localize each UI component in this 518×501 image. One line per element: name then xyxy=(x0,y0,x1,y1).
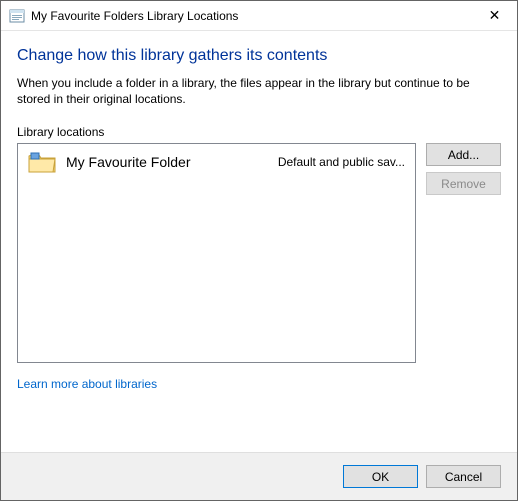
item-status: Default and public sav... xyxy=(278,155,405,169)
ok-button[interactable]: OK xyxy=(343,465,418,488)
library-locations-list[interactable]: My Favourite Folder Default and public s… xyxy=(17,143,416,363)
list-item[interactable]: My Favourite Folder Default and public s… xyxy=(18,144,415,180)
page-heading: Change how this library gathers its cont… xyxy=(17,47,501,65)
item-name: My Favourite Folder xyxy=(66,154,268,170)
side-button-group: Add... Remove xyxy=(426,143,501,195)
close-icon: ✕ xyxy=(489,7,501,24)
library-locations-label: Library locations xyxy=(17,125,501,139)
window-title: My Favourite Folders Library Locations xyxy=(31,9,472,23)
close-button[interactable]: ✕ xyxy=(472,1,517,30)
learn-more-link[interactable]: Learn more about libraries xyxy=(17,377,157,391)
folder-icon xyxy=(28,150,56,174)
dialog-footer: OK Cancel xyxy=(1,452,517,500)
titlebar: My Favourite Folders Library Locations ✕ xyxy=(1,1,517,31)
page-description: When you include a folder in a library, … xyxy=(17,75,501,107)
add-button[interactable]: Add... xyxy=(426,143,501,166)
app-icon xyxy=(9,8,25,24)
cancel-button[interactable]: Cancel xyxy=(426,465,501,488)
remove-button: Remove xyxy=(426,172,501,195)
dialog-content: Change how this library gathers its cont… xyxy=(1,31,517,452)
